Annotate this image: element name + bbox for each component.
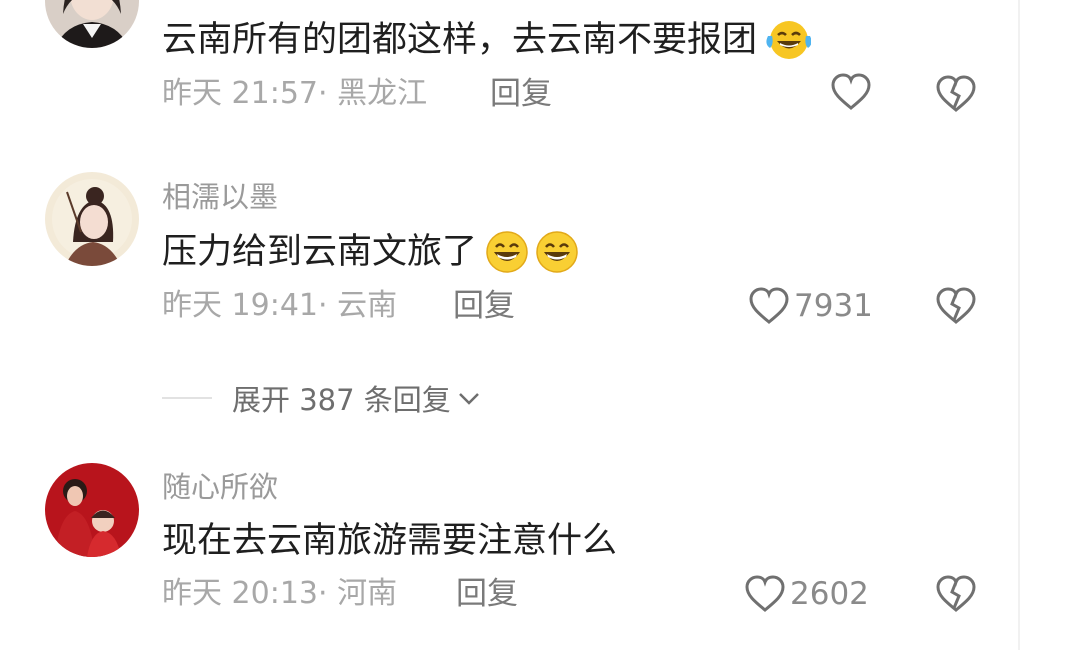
grinning-emoji: [536, 231, 578, 273]
username[interactable]: 相濡以墨: [162, 180, 278, 214]
woman-portrait-avatar: [45, 0, 139, 48]
comment-item-3: 随心所欲 现在去云南旅游需要注意什么 昨天 20:13· 河南 回复 2602: [0, 462, 1080, 650]
like-count: 7931: [794, 288, 873, 324]
comment-list: 云南所有的团都这样，去云南不要报团 昨天 21:57· 黑龙江 回复 相濡以墨 …: [0, 0, 1080, 650]
expand-replies-button[interactable]: 展开 387 条回复: [162, 378, 483, 418]
comment-item-2: 相濡以墨 压力给到云南文旅了 昨天 19:41· 云南 回复 7931: [0, 170, 1080, 370]
heart-icon: [831, 73, 871, 110]
family-red-avatar: [45, 463, 139, 557]
comment-content: 云南所有的团都这样，去云南不要报团: [162, 18, 812, 62]
comment-content: 压力给到云南文旅了: [162, 230, 579, 274]
broken-heart-icon[interactable]: [934, 286, 978, 326]
reply-button[interactable]: 回复: [456, 576, 518, 612]
broken-heart-icon[interactable]: [934, 74, 978, 114]
like-button[interactable]: 7931: [748, 286, 873, 326]
heart-icon: [745, 575, 785, 612]
like-count: 2602: [790, 576, 869, 612]
broken-heart-icon[interactable]: [934, 574, 978, 614]
reply-button[interactable]: 回复: [453, 288, 515, 324]
divider: [1018, 0, 1020, 650]
ancient-style-girl-avatar: [45, 172, 139, 266]
avatar[interactable]: [45, 172, 139, 266]
grinning-emoji: [486, 231, 528, 273]
like-button[interactable]: [830, 72, 876, 112]
comment-meta: 昨天 19:41· 云南: [162, 288, 398, 323]
comment-content: 现在去云南旅游需要注意什么: [162, 521, 618, 561]
comment-meta: 昨天 20:13· 河南: [162, 576, 398, 611]
comment-item-1: 云南所有的团都这样，去云南不要报团 昨天 21:57· 黑龙江 回复: [0, 0, 1080, 130]
expand-replies-label: 展开 387 条回复: [232, 383, 451, 417]
reply-button[interactable]: 回复: [490, 76, 552, 112]
avatar[interactable]: [45, 0, 139, 48]
laughing-tears-emoji: [766, 21, 812, 59]
like-button[interactable]: 2602: [744, 574, 869, 614]
avatar[interactable]: [45, 463, 139, 557]
heart-icon: [749, 287, 789, 324]
divider: [162, 397, 212, 399]
comment-meta: 昨天 21:57· 黑龙江: [162, 76, 428, 111]
chevron-down-icon: [458, 393, 479, 405]
username[interactable]: 随心所欲: [162, 470, 278, 504]
